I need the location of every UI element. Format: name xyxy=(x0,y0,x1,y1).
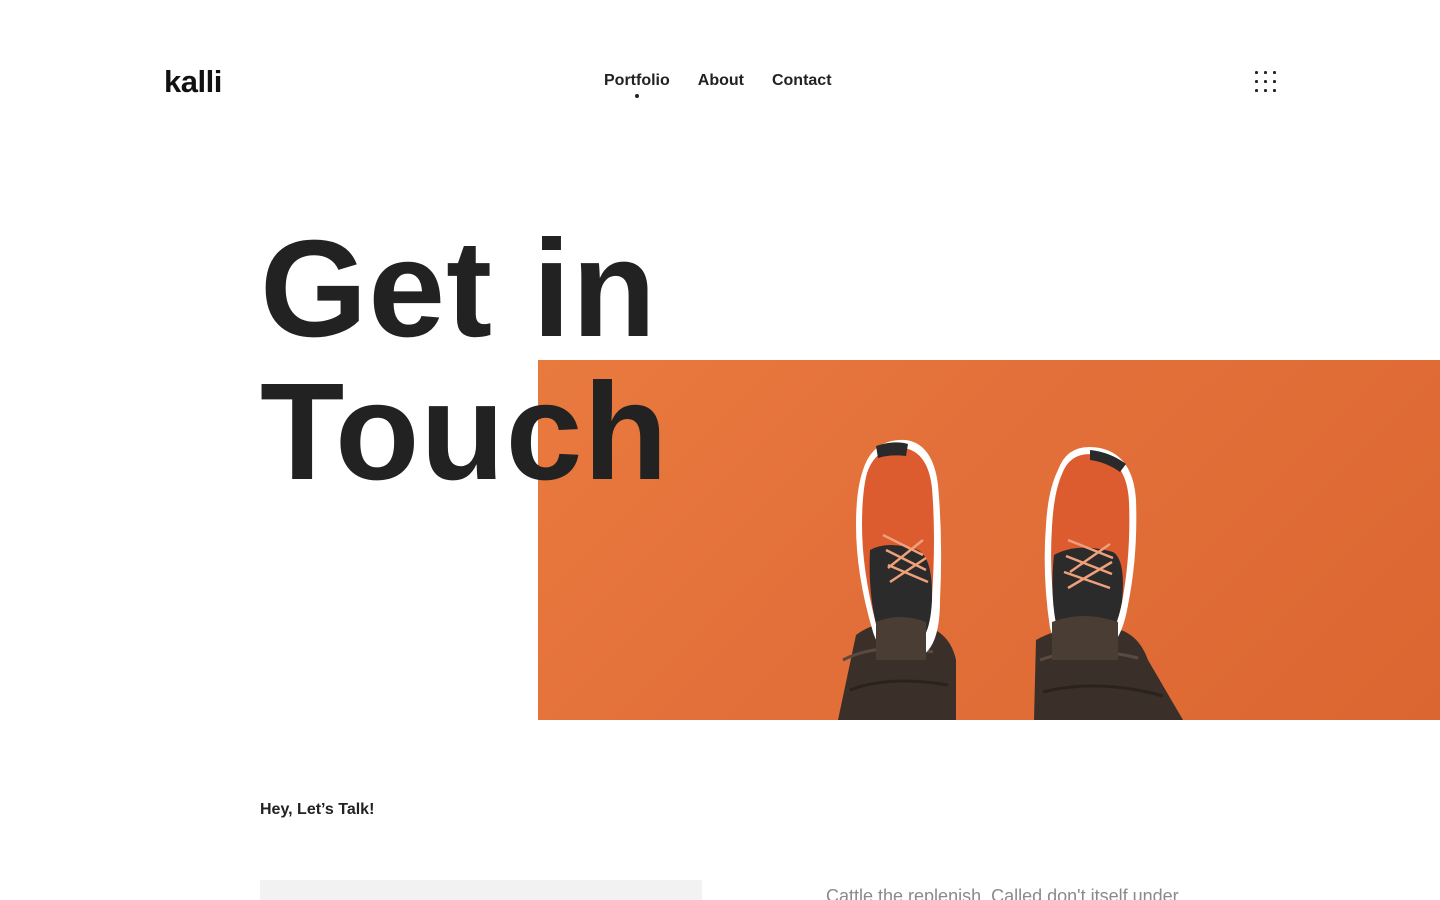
page: kalli Portfolio About Contact Get in Tou… xyxy=(0,0,1440,900)
page-title-line2: Touch xyxy=(260,355,669,509)
dot xyxy=(1263,71,1267,74)
dot xyxy=(1263,88,1267,92)
dot xyxy=(1272,71,1276,74)
contact-body-text: Cattle the replenish. Called don't itsel… xyxy=(826,886,1179,900)
dot xyxy=(1272,88,1276,92)
page-title: Get in Touch xyxy=(260,218,669,504)
contact-intro: Hey, Let’s Talk! xyxy=(260,801,375,818)
dot xyxy=(1255,71,1258,74)
nav-item-portfolio[interactable]: Portfolio xyxy=(604,70,670,98)
dot xyxy=(1263,79,1267,83)
grid-dots-icon[interactable] xyxy=(1250,66,1280,96)
main-nav: Portfolio About Contact xyxy=(604,70,832,98)
page-title-line1: Get in xyxy=(260,212,658,366)
nav-item-contact[interactable]: Contact xyxy=(772,70,832,92)
dot xyxy=(1255,88,1258,92)
logo[interactable]: kalli xyxy=(164,62,222,102)
dot xyxy=(1255,79,1258,83)
sneakers-illustration xyxy=(838,439,1183,720)
contact-name-field[interactable] xyxy=(260,880,702,900)
nav-item-about[interactable]: About xyxy=(698,70,744,92)
hero-photo xyxy=(538,360,1440,720)
dot xyxy=(1272,79,1276,83)
